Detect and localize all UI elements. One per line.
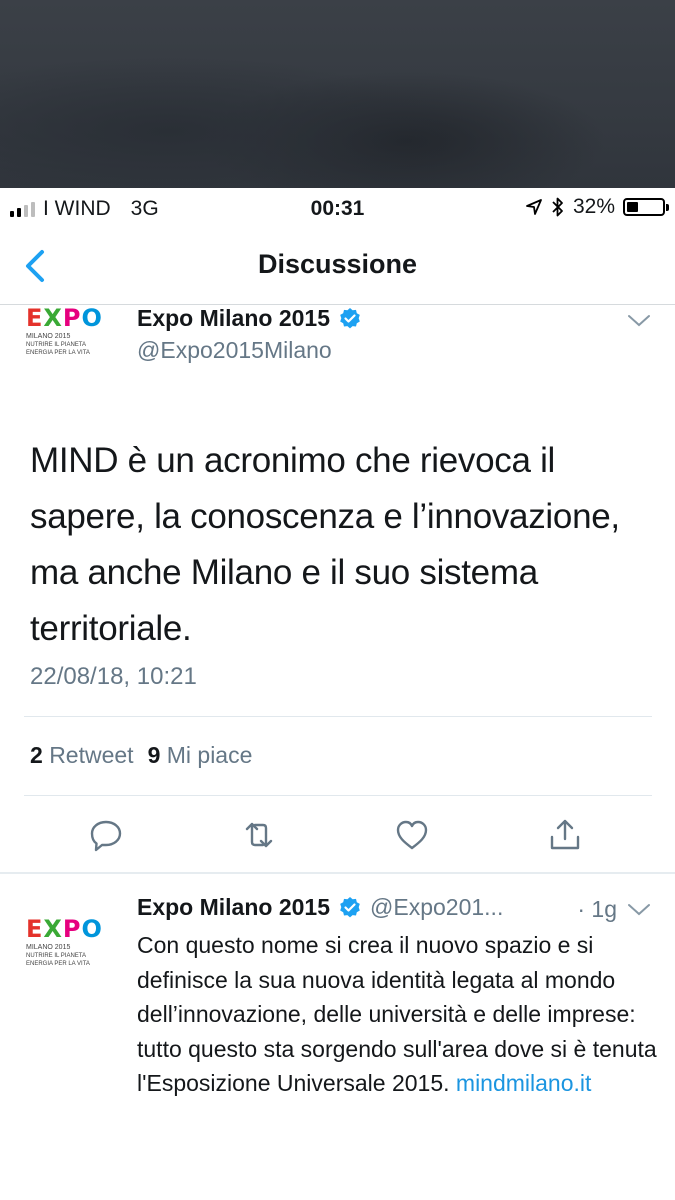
reply-author-row[interactable]: Expo Milano 2015 @Expo201... bbox=[137, 894, 503, 921]
expo-logo: E X P O bbox=[26, 916, 118, 942]
status-bar: I WIND 3G 00:31 32% bbox=[0, 188, 675, 228]
logo-line1: MILANO 2015 bbox=[26, 333, 71, 340]
verified-badge-icon bbox=[340, 307, 360, 328]
reply-text: Con questo nome si crea il nuovo spazio … bbox=[137, 928, 657, 1101]
logo-letter-x: X bbox=[43, 915, 62, 943]
verified-badge-icon bbox=[340, 896, 360, 917]
display-name[interactable]: Expo Milano 2015 bbox=[137, 894, 330, 921]
bluetooth-icon bbox=[552, 197, 563, 217]
status-right: 32% bbox=[525, 195, 669, 219]
avatar[interactable]: E X P O MILANO 2015 NUTRIRE IL PIANETA E… bbox=[26, 916, 118, 976]
chevron-down-icon[interactable] bbox=[627, 902, 651, 918]
logo-line3: ENERGIA PER LA VITA bbox=[26, 961, 90, 967]
handle[interactable]: @Expo2015Milano bbox=[137, 337, 332, 364]
engagement-counts: 2 Retweet 9 Mi piace bbox=[30, 742, 252, 769]
retweet-stat[interactable]: 2 Retweet bbox=[30, 742, 134, 769]
blurred-background bbox=[0, 0, 675, 188]
tweet-timestamp[interactable]: 22/08/18, 10:21 bbox=[30, 663, 197, 691]
like-count: 9 bbox=[147, 742, 161, 768]
reply-age: · 1g bbox=[577, 896, 617, 922]
logo-letter-o: O bbox=[81, 304, 102, 332]
logo-line2: NUTRIRE IL PIANETA bbox=[26, 342, 87, 348]
divider bbox=[24, 795, 652, 796]
like-heart-icon[interactable] bbox=[394, 817, 430, 853]
navigation-bar: Discussione bbox=[0, 228, 675, 305]
battery-percent: 32% bbox=[572, 195, 615, 218]
retweet-icon[interactable] bbox=[241, 817, 277, 853]
logo-letter-e: E bbox=[26, 915, 43, 943]
display-name[interactable]: Expo Milano 2015 bbox=[137, 305, 330, 332]
tweet-text: MIND è un acronimo che rievoca il sapere… bbox=[30, 441, 620, 648]
chevron-down-icon[interactable] bbox=[627, 313, 651, 329]
expo-logo: E X P O bbox=[26, 305, 118, 331]
logo-letter-e: E bbox=[26, 304, 43, 332]
logo-line1: MILANO 2015 bbox=[26, 944, 71, 951]
reply-icon[interactable] bbox=[88, 817, 124, 853]
like-stat[interactable]: 9 Mi piace bbox=[148, 742, 253, 769]
logo-line2: NUTRIRE IL PIANETA bbox=[26, 953, 87, 959]
logo-letter-p: P bbox=[62, 304, 81, 332]
avatar[interactable]: E X P O MILANO 2015 NUTRIRE IL PIANETA E… bbox=[26, 305, 118, 365]
page-title: Discussione bbox=[257, 249, 418, 279]
battery-icon bbox=[623, 198, 669, 216]
retweet-label: Retweet bbox=[49, 742, 134, 768]
divider bbox=[24, 716, 652, 717]
logo-letter-x: X bbox=[43, 304, 62, 332]
tweet-actions bbox=[0, 817, 675, 867]
like-label: Mi piace bbox=[166, 742, 253, 768]
author-name-row[interactable]: Expo Milano 2015 bbox=[137, 305, 362, 332]
reply-link[interactable]: mindmilano.it bbox=[456, 1070, 592, 1096]
thread-separator bbox=[0, 872, 675, 874]
retweet-count: 2 bbox=[30, 742, 43, 768]
logo-letter-p: P bbox=[62, 915, 81, 943]
share-icon[interactable] bbox=[547, 817, 583, 853]
logo-line3: ENERGIA PER LA VITA bbox=[26, 350, 90, 356]
handle[interactable]: @Expo201... bbox=[370, 894, 503, 921]
logo-letter-o: O bbox=[81, 915, 102, 943]
location-arrow-icon bbox=[526, 199, 542, 215]
